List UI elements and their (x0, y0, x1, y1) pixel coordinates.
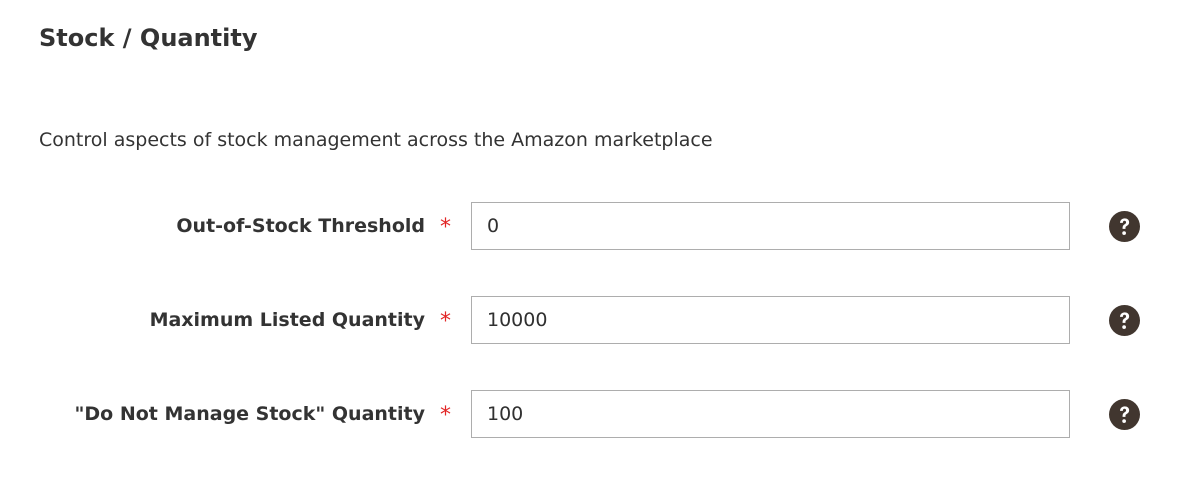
maximum-listed-quantity-input[interactable] (471, 296, 1070, 344)
field-row-maximum-listed-quantity: Maximum Listed Quantity * (0, 296, 1184, 344)
required-asterisk: * (440, 215, 451, 240)
out-of-stock-threshold-label: Out-of-Stock Threshold (176, 215, 425, 237)
question-circle-icon[interactable] (1109, 211, 1140, 242)
field-row-do-not-manage-stock-quantity: "Do Not Manage Stock" Quantity * (0, 390, 1184, 438)
do-not-manage-stock-quantity-input[interactable] (471, 390, 1070, 438)
question-circle-icon[interactable] (1109, 305, 1140, 336)
stock-quantity-section: Stock / Quantity Control aspects of stoc… (0, 0, 1184, 480)
out-of-stock-threshold-input[interactable] (471, 202, 1070, 250)
question-circle-icon[interactable] (1109, 399, 1140, 430)
maximum-listed-quantity-label: Maximum Listed Quantity (149, 309, 425, 331)
section-title: Stock / Quantity (39, 24, 258, 52)
field-row-out-of-stock-threshold: Out-of-Stock Threshold * (0, 202, 1184, 250)
required-asterisk: * (440, 309, 451, 334)
do-not-manage-stock-quantity-label: "Do Not Manage Stock" Quantity (74, 403, 426, 425)
section-description: Control aspects of stock management acro… (39, 129, 713, 151)
required-asterisk: * (440, 403, 451, 428)
